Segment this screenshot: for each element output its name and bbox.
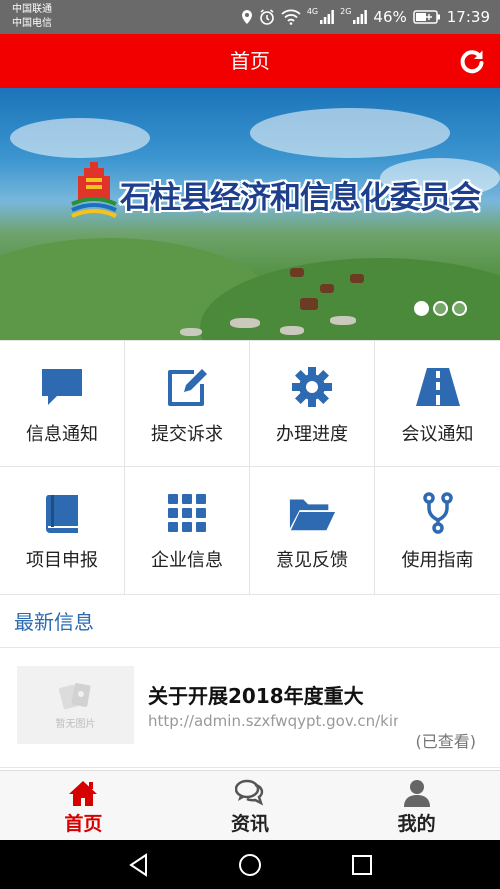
tab-label: 我的 [397,813,436,835]
carousel-dot[interactable] [414,301,429,316]
clock: 17:39 [446,8,490,26]
carousel-dot[interactable] [452,301,467,316]
menu-item-label: 办理进度 [276,424,348,445]
function-grid: 信息通知 提交诉求 办理进度 会议通知 项目申报 企业信息 意见反馈 使用指南 [0,340,500,595]
carousel-indicators [414,301,467,316]
menu-item-label: 使用指南 [401,550,474,571]
page-title: 首页 [230,49,270,73]
banner-title: 石柱县经济和信息化委员会 [120,180,481,216]
news-title: 关于开展2018年度重大 [148,684,364,708]
menu-item-project-apply[interactable]: 项目申报 [0,467,125,595]
edit-icon [163,365,211,409]
read-status: (已查看) [415,732,477,751]
battery-percent: 46% [373,8,407,26]
tab-news[interactable]: 资讯 [167,771,334,840]
branch-icon [414,491,462,535]
refresh-icon[interactable] [458,47,486,75]
banner-rock [280,326,304,335]
user-icon [403,780,430,807]
menu-item-label: 意见反馈 [276,550,348,571]
menu-item-info-notice[interactable]: 信息通知 [0,341,125,467]
banner-horse [350,274,364,283]
news-thumbnail: 暂无图片 [17,666,134,744]
grid-icon [163,491,211,535]
home-button-icon[interactable] [237,852,263,878]
banner-rock [180,328,202,336]
news-url: http://admin.szxfwqypt.gov.cn/kin [148,712,398,730]
wifi-icon [281,9,301,25]
menu-item-enterprise-info[interactable]: 企业信息 [125,467,250,595]
latest-news-header: 最新信息 [0,594,500,648]
menu-item-label: 项目申报 [26,550,98,571]
thumbnail-placeholder-text: 暂无图片 [55,719,96,730]
chat-bubble-icon [38,365,86,409]
carrier-info: 中国联通 中国电信 [12,3,52,31]
no-image-icon [59,683,91,710]
banner-carousel[interactable]: 石柱县经济和信息化委员会 [0,88,500,340]
carrier-1: 中国联通 [12,4,52,15]
gear-icon [288,365,336,409]
menu-item-label: 企业信息 [151,550,223,571]
menu-item-submit-request[interactable]: 提交诉求 [125,341,250,467]
carrier-2: 中国电信 [12,18,52,29]
tab-label: 资讯 [231,813,270,835]
banner-rock [330,316,356,325]
bottom-tab-bar: 首页 资讯 我的 [0,770,500,840]
folder-open-icon [288,491,336,535]
tab-home[interactable]: 首页 [0,771,167,840]
banner-horse [320,284,334,293]
menu-item-meeting-notice[interactable]: 会议通知 [375,341,500,467]
menu-item-feedback[interactable]: 意见反馈 [250,467,375,595]
back-icon[interactable] [126,852,152,878]
banner-cloud [250,108,450,158]
banner-rock [230,318,260,328]
tab-mine[interactable]: 我的 [333,771,500,840]
location-icon [241,10,252,24]
alarm-icon [260,9,274,25]
network-type-1: 4G [306,7,319,16]
news-list-item[interactable]: 暂无图片 关于开展2018年度重大 http://admin.szxfwqypt… [0,648,500,768]
battery-icon [413,10,440,24]
signal-icon [353,10,368,24]
banner-horse [290,268,304,277]
menu-item-progress[interactable]: 办理进度 [250,341,375,467]
menu-item-guide[interactable]: 使用指南 [375,467,500,595]
system-nav-bar [0,840,500,889]
road-icon [414,365,462,409]
menu-item-label: 提交诉求 [151,424,223,445]
banner-horse [300,298,318,310]
network-type-2: 2G [340,7,352,16]
menu-item-label: 信息通知 [26,424,98,445]
header-bar: 首页 [0,34,500,88]
committee-logo [71,162,117,218]
section-title: 最新信息 [14,610,94,634]
status-icons: 4G 2G 46% 17:39 [241,0,490,34]
recent-apps-icon[interactable] [349,852,375,878]
menu-item-label: 会议通知 [401,424,474,445]
status-bar: 中国联通 中国电信 4G 2G 46% 17:39 [0,0,500,34]
banner-cloud [10,118,150,158]
tab-label: 首页 [64,813,103,835]
home-icon [69,781,98,806]
signal-icon [320,10,335,24]
carousel-dot[interactable] [433,301,448,316]
book-icon [38,491,86,535]
chat-icon [235,779,264,806]
